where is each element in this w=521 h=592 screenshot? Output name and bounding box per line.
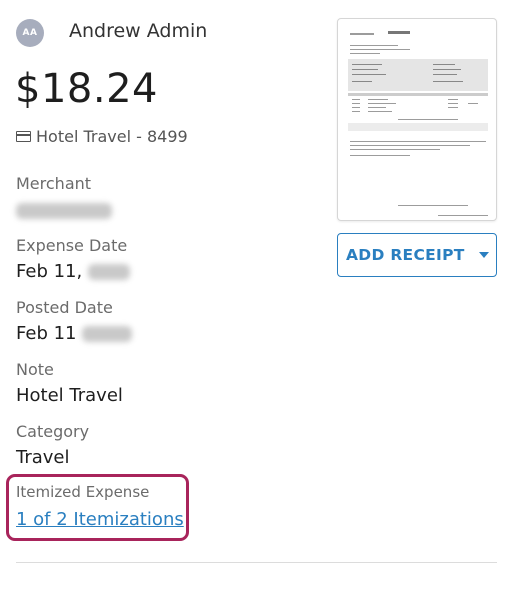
- credit-card-icon: [16, 131, 31, 142]
- expense-date-label: Expense Date: [16, 236, 128, 255]
- expense-amount: $18.24: [15, 66, 158, 112]
- itemized-label: Itemized Expense: [16, 483, 150, 501]
- avatar: AA: [16, 19, 44, 47]
- avatar-initials: AA: [22, 28, 38, 38]
- card-label: Hotel Travel - 8499: [36, 127, 188, 146]
- chevron-down-icon[interactable]: [478, 252, 489, 258]
- receipt-thumbnail[interactable]: [337, 18, 497, 221]
- redacted-merchant: [16, 203, 112, 219]
- posted-date-label: Posted Date: [16, 298, 113, 317]
- redacted-year: [82, 326, 133, 342]
- redacted-year: [87, 264, 130, 280]
- expense-date-value: Feb 11,: [16, 261, 130, 282]
- add-receipt-label: ADD RECEIPT: [346, 246, 465, 264]
- itemizations-link[interactable]: 1 of 2 Itemizations: [16, 509, 184, 530]
- add-receipt-button[interactable]: ADD RECEIPT: [337, 233, 497, 277]
- card-info: Hotel Travel - 8499: [16, 127, 188, 146]
- note-label: Note: [16, 360, 54, 379]
- user-name: Andrew Admin: [69, 20, 208, 42]
- merchant-value: [16, 200, 112, 221]
- note-value: Hotel Travel: [16, 385, 123, 406]
- category-value: Travel: [16, 447, 70, 468]
- posted-date-value: Feb 11: [16, 323, 133, 344]
- category-label: Category: [16, 422, 90, 441]
- merchant-label: Merchant: [16, 174, 92, 193]
- divider: [16, 562, 497, 563]
